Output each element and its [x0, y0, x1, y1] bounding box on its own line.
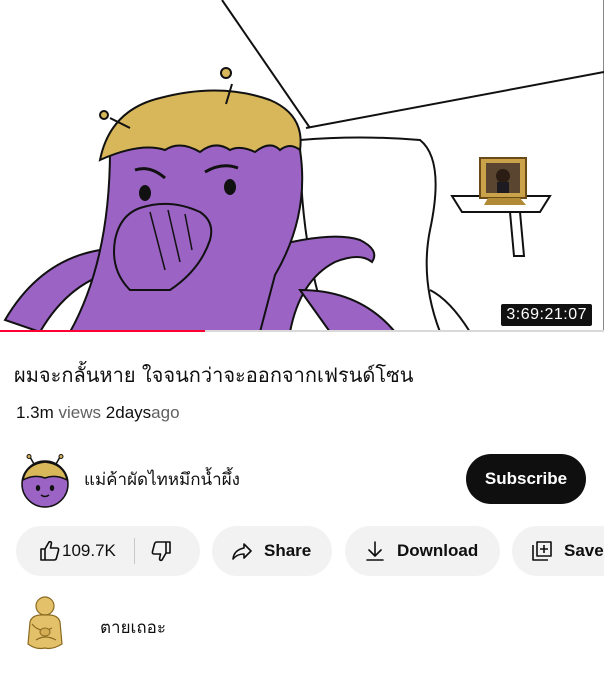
progress-bar[interactable] [0, 330, 604, 332]
video-meta: 1.3m views 2daysago [16, 403, 180, 423]
channel-avatar[interactable] [18, 454, 72, 508]
save-label: Save [564, 541, 604, 560]
thumbs-down-icon[interactable] [149, 539, 173, 563]
video-title: ผมจะกลั้นหาย ใจจนกว่าจะออกจากเฟรนด์โซน [14, 363, 414, 387]
channel-row: แม่ค้าผัดไทหมึกน้ำผึ้ง Subscribe [0, 452, 604, 508]
progress-bar-fill [0, 330, 206, 332]
views-label: views [58, 403, 102, 422]
save-playlist-icon [532, 541, 552, 561]
subscribe-button[interactable]: Subscribe [466, 454, 586, 504]
share-button[interactable]: Share [212, 526, 332, 576]
comment-text: ตายเถอะ [100, 618, 166, 638]
thumbs-up-icon[interactable] [38, 539, 62, 563]
video-duration: 3:69:21:07 [501, 304, 592, 326]
download-button[interactable]: Download [345, 526, 500, 576]
photo-frame [479, 157, 527, 205]
channel-name[interactable]: แม่ค้าผัดไทหมึกน้ำผึ้ง [84, 466, 240, 493]
video-player[interactable]: 3:69:21:07 [0, 0, 604, 332]
share-label: Share [264, 541, 312, 560]
comment-item[interactable]: ตายเถอะ [0, 594, 604, 654]
actions-row: 109.7K Share Download Save [0, 526, 604, 578]
video-frame-illustration [3, 0, 604, 332]
like-divider [133, 538, 135, 564]
download-icon [366, 541, 384, 561]
save-button[interactable]: Save [512, 526, 604, 576]
commenter-avatar[interactable] [22, 594, 68, 652]
upload-age: 2days [105, 403, 152, 422]
age-suffix: ago [151, 403, 180, 422]
share-icon [232, 543, 252, 560]
like-count[interactable]: 109.7K [62, 541, 116, 561]
view-count: 1.3m [16, 403, 54, 422]
like-dislike-group: 109.7K [16, 526, 200, 576]
download-label: Download [397, 541, 479, 560]
